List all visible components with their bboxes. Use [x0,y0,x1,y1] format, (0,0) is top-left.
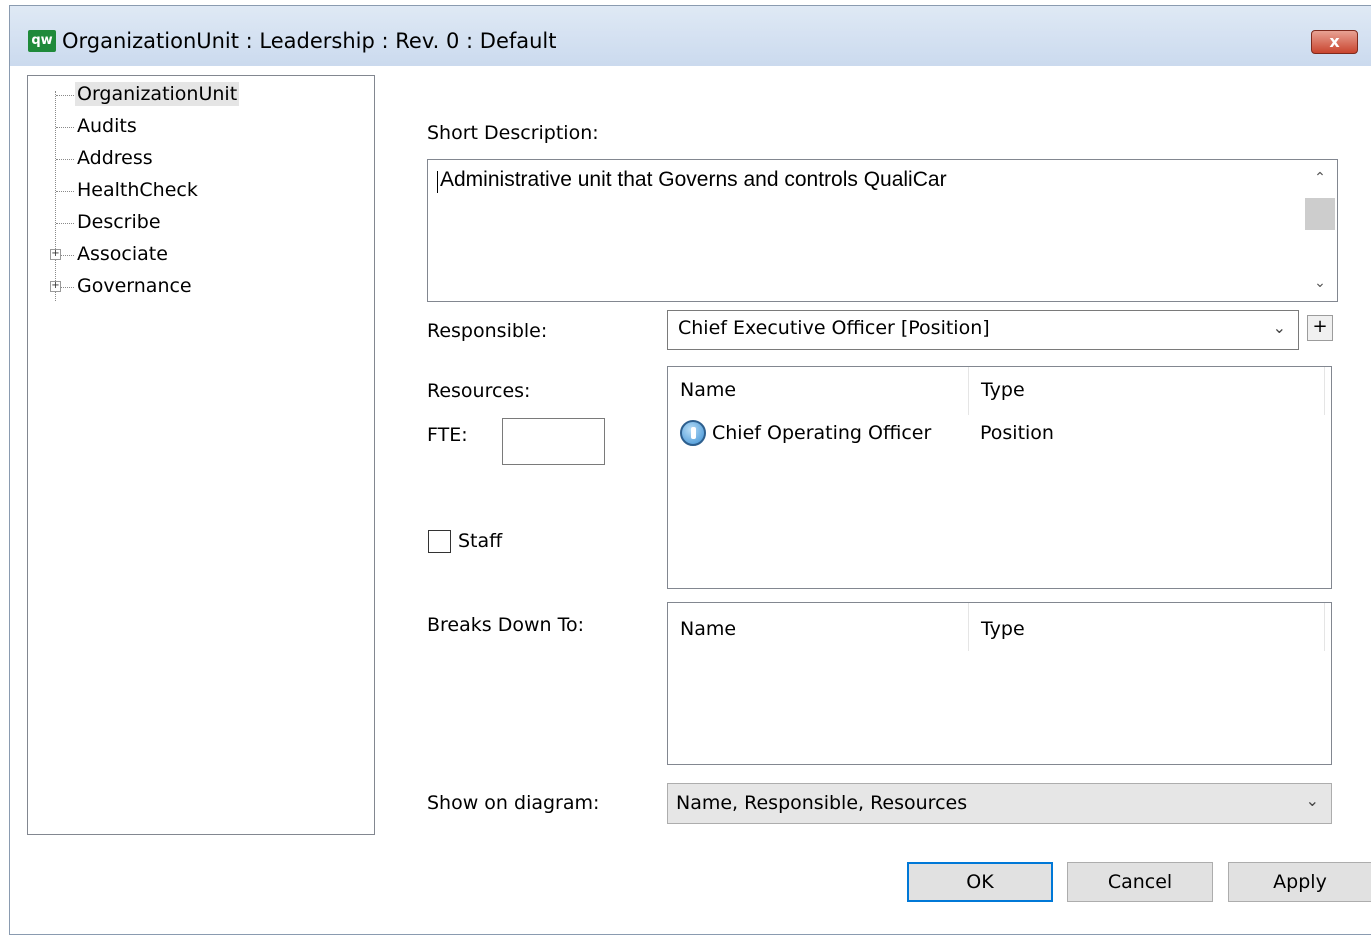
expand-plus-icon[interactable]: + [50,249,61,260]
tree-connector [56,95,74,96]
scroll-down-icon[interactable]: ⌄ [1312,275,1328,291]
tree-connector [56,191,74,192]
column-divider [1324,367,1325,415]
resources-name-header[interactable]: Name [680,379,736,401]
scroll-thumb[interactable] [1305,198,1335,230]
text-caret [437,171,438,193]
app-logo-icon: qw [28,30,56,52]
short-description-label: Short Description: [427,122,599,144]
tree-item-label: Describe [77,211,161,233]
ok-button[interactable]: OK [907,862,1053,902]
responsible-dropdown[interactable]: Chief Executive Officer [Position] ⌄ [667,310,1299,350]
tree-item-label: Address [77,147,153,169]
cancel-button[interactable]: Cancel [1067,862,1213,902]
tree-item-label: OrganizationUnit [75,82,240,106]
tree-item-label: Audits [77,115,137,137]
show-on-diagram-value: Name, Responsible, Resources [676,792,968,814]
expand-plus-icon[interactable]: + [50,281,61,292]
show-on-diagram-label: Show on diagram: [427,792,600,814]
resources-type-header[interactable]: Type [981,379,1025,401]
chevron-down-icon: ⌄ [1272,318,1286,337]
short-description-value: Administrative unit that Governs and con… [440,168,947,191]
breaks-down-grid[interactable]: Name Type [667,602,1332,765]
staff-label: Staff [458,530,503,552]
fte-input[interactable] [502,418,605,465]
responsible-value: Chief Executive Officer [Position] [678,317,990,339]
tree-item-label: Governance [77,275,192,297]
tree-item-label: Associate [77,243,168,265]
column-divider [968,603,969,651]
fte-label: FTE: [427,424,468,446]
short-description-textarea[interactable]: Administrative unit that Governs and con… [427,159,1338,302]
tree-connector [56,159,74,160]
navigation-tree[interactable]: OrganizationUnit Audits Address HealthCh… [27,75,375,835]
tree-item-label: HealthCheck [77,179,198,201]
column-divider [968,367,969,415]
show-on-diagram-dropdown[interactable]: Name, Responsible, Resources ⌄ [667,783,1332,824]
tree-connector-line [55,91,56,301]
resources-label: Resources: [427,380,531,402]
responsible-label: Responsible: [427,320,548,342]
window-title: OrganizationUnit : Leadership : Rev. 0 :… [62,29,557,53]
resource-name-cell[interactable]: Chief Operating Officer [712,422,931,444]
breaks-down-label: Breaks Down To: [427,614,584,636]
close-button[interactable]: x [1311,30,1358,54]
chevron-down-icon: ⌄ [1305,791,1319,810]
breaks-down-type-header[interactable]: Type [981,618,1025,640]
scroll-up-icon[interactable]: ⌃ [1312,170,1328,186]
tree-connector [56,127,74,128]
title-bar[interactable]: qw OrganizationUnit : Leadership : Rev. … [10,6,1371,66]
position-icon [680,420,706,446]
breaks-down-name-header[interactable]: Name [680,618,736,640]
staff-checkbox[interactable] [428,530,451,553]
tree-connector [56,223,74,224]
resource-type-cell[interactable]: Position [980,422,1054,444]
add-responsible-button[interactable]: + [1307,315,1333,341]
apply-button[interactable]: Apply [1228,862,1371,902]
description-scrollbar[interactable]: ⌃ ⌄ [1303,160,1337,301]
resources-grid[interactable]: Name Type Chief Operating Officer Positi… [667,366,1332,589]
column-divider [1324,603,1325,651]
